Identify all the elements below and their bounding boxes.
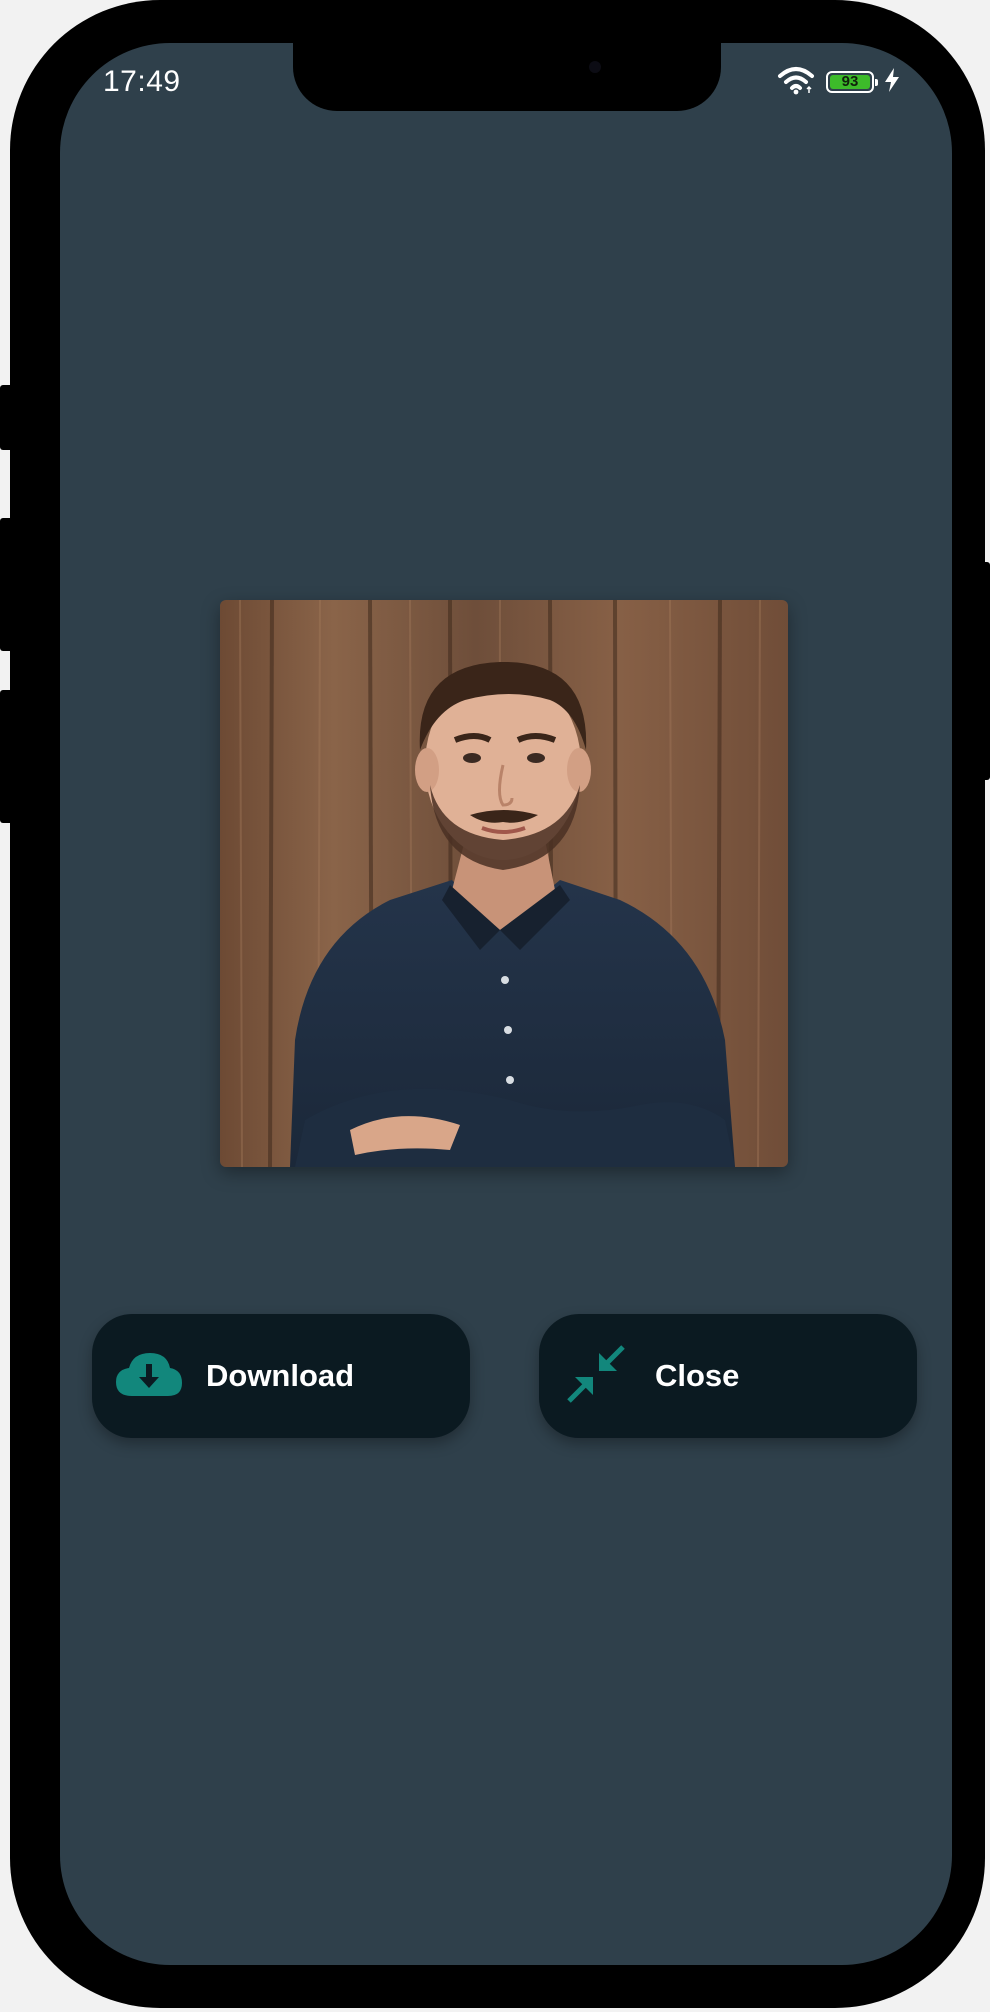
- status-icons: 93: [776, 65, 900, 99]
- cloud-download-icon: [114, 1350, 184, 1403]
- status-time: 17:49: [103, 65, 181, 98]
- battery-icon: 93: [826, 71, 878, 93]
- profile-photo: [220, 600, 788, 1167]
- close-label: Close: [655, 1358, 740, 1393]
- collapse-arrows-icon: [567, 1344, 625, 1408]
- screen: 17:49 93 Download Close: [60, 43, 952, 1965]
- close-button[interactable]: Close: [539, 1314, 917, 1438]
- wifi-icon: [776, 65, 816, 100]
- battery-level: 93: [830, 74, 870, 89]
- bolt-icon: [884, 67, 900, 97]
- phone-frame: 17:49 93 Download Close: [10, 0, 985, 2008]
- download-label: Download: [206, 1358, 355, 1393]
- notch: [293, 43, 721, 111]
- download-button[interactable]: Download: [92, 1314, 470, 1438]
